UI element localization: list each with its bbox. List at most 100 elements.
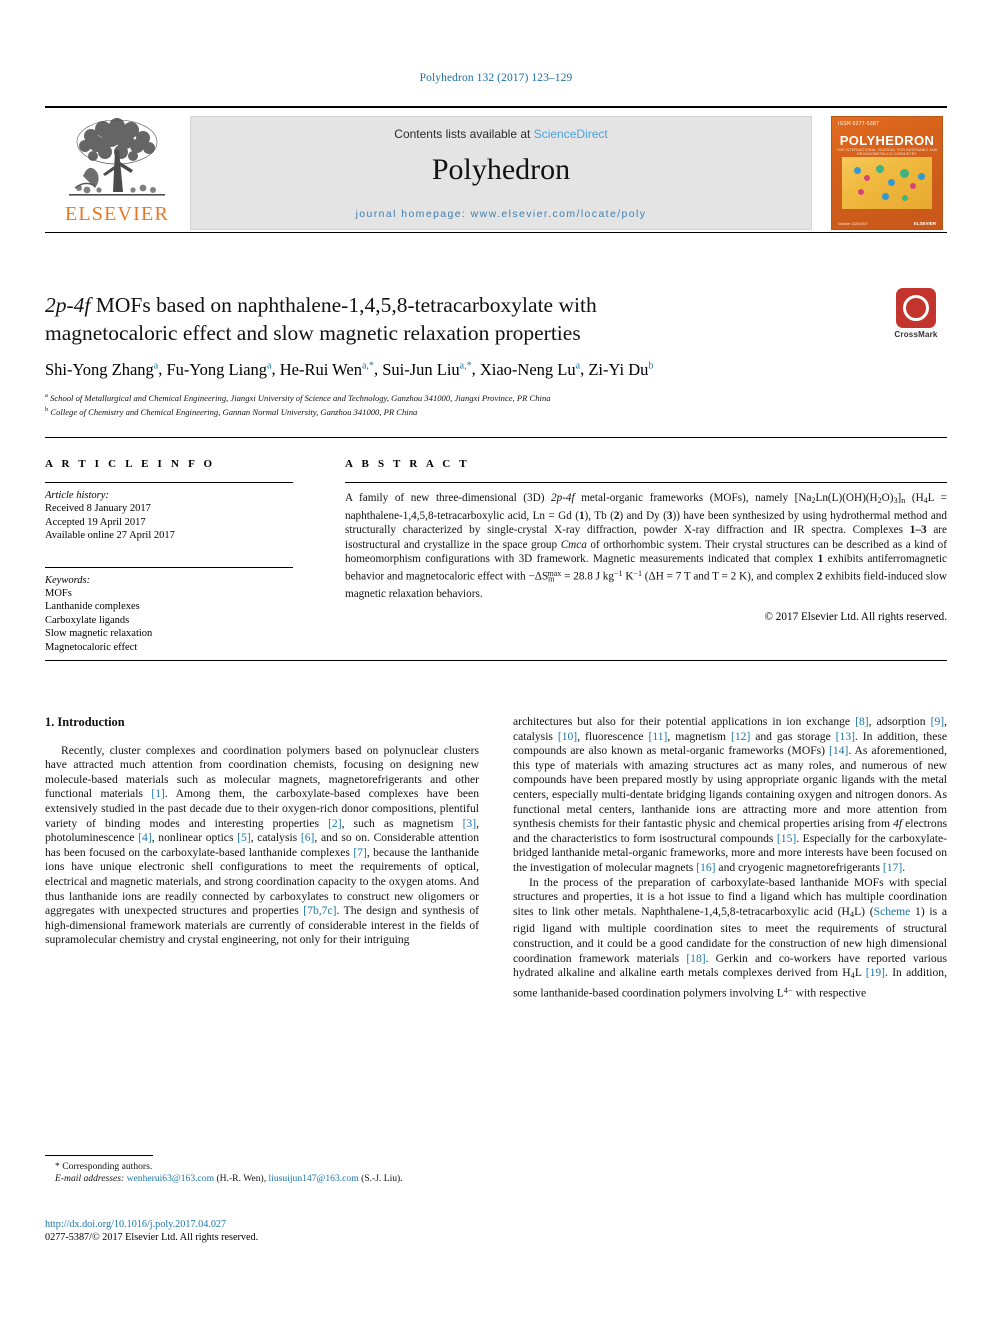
citation-ref[interactable]: [8] <box>855 715 869 728</box>
abstract-block: A B S T R A C T A family of new three-di… <box>345 458 947 623</box>
author-affil-marker: a,* <box>361 360 374 371</box>
email-note: E-mail addresses: wenherui63@163.com (H.… <box>45 1173 479 1185</box>
citation-ref[interactable]: [3] <box>463 817 477 830</box>
abs-seg: = 28.8 J kg <box>561 570 614 583</box>
citation-ref[interactable]: [6] <box>301 831 315 844</box>
abstract-text: A family of new three-dimensional (3D) 2… <box>345 491 947 602</box>
issn-copyright-line: 0277-5387/© 2017 Elsevier Ltd. All right… <box>45 1232 259 1243</box>
citation-ref[interactable]: [7] <box>353 846 367 859</box>
cover-subtitle: THE INTERNATIONAL JOURNAL FOR INORGANIC … <box>836 148 938 156</box>
cover-artwork <box>842 157 932 209</box>
citation-ref[interactable]: [18] <box>686 952 705 965</box>
citation-ref[interactable]: [12] <box>731 730 750 743</box>
author[interactable]: Shi-Yong Zhanga <box>45 360 158 379</box>
doi-block: http://dx.doi.org/10.1016/j.poly.2017.04… <box>45 1218 505 1244</box>
citation-ref[interactable]: [14] <box>829 744 848 757</box>
author-name: Sui-Jun Liu <box>382 359 460 379</box>
keyword-item: Lanthanide complexes <box>45 601 140 612</box>
citation-ref[interactable]: [9] <box>931 715 945 728</box>
affiliation-text: College of Chemistry and Chemical Engine… <box>50 407 418 418</box>
journal-banner: Contents lists available at ScienceDirec… <box>190 116 812 230</box>
abs-seg-italic: 2p-4f <box>551 492 575 504</box>
corresponding-authors-note: * Corresponding authors. <box>55 1161 153 1172</box>
history-accepted: Accepted 19 April 2017 <box>45 516 146 528</box>
citation-ref[interactable]: [5] <box>237 831 251 844</box>
author-name: Shi-Yong Zhang <box>45 359 154 379</box>
citation-ref[interactable]: [10] <box>558 730 577 743</box>
abs-seg: ), Tb ( <box>584 509 614 522</box>
email-link-2[interactable]: liusuijun147@163.com <box>269 1173 359 1184</box>
author-list: Shi-Yong Zhanga, Fu-Yong Lianga, He-Rui … <box>45 355 945 381</box>
abs-seg: (H <box>905 492 924 504</box>
author-separator: , <box>373 359 383 379</box>
author[interactable]: Sui-Jun Liua,* <box>382 360 471 379</box>
footnote-divider <box>45 1155 153 1156</box>
abs-sup: −1 <box>633 568 642 578</box>
scheme-link[interactable]: Scheme <box>874 905 911 918</box>
article-info-divider <box>45 482 293 483</box>
title-line1-rest: MOFs based on naphthalene-1,4,5,8-tetrac… <box>90 293 597 317</box>
citation-ref[interactable]: [16] <box>696 861 715 874</box>
running-head: Polyhedron 132 (2017) 123–129 <box>419 72 573 84</box>
keywords-divider <box>45 566 293 568</box>
affiliation-marker: b <box>45 406 49 414</box>
crossmark-badge[interactable]: CrossMark <box>885 288 947 339</box>
abstract-divider <box>345 482 947 483</box>
body-column-right: architectures but also for their potenti… <box>513 715 947 1001</box>
author[interactable]: Xiao-Neng Lua <box>480 360 580 379</box>
title-divider <box>45 232 947 233</box>
abstract-heading: A B S T R A C T <box>345 458 470 470</box>
abs-seg: A family of new three-dimensional (3D) <box>345 492 552 504</box>
citation-ref[interactable]: [15] <box>777 832 796 845</box>
citation-ref[interactable]: [11] <box>648 730 667 743</box>
elsevier-logo: ELSEVIER <box>53 116 181 228</box>
affiliation-list: a School of Metallurgical and Chemical E… <box>45 390 947 419</box>
section-heading-introduction: 1. Introduction <box>45 715 125 729</box>
sciencedirect-link[interactable]: ScienceDirect <box>534 127 608 141</box>
email-owner-2: (S.-J. Liu). <box>361 1173 403 1185</box>
email-link-1[interactable]: wenherui63@163.com <box>127 1173 214 1184</box>
body-paragraph: architectures but also for their potenti… <box>513 715 948 874</box>
affiliation-item: a School of Metallurgical and Chemical E… <box>45 390 947 404</box>
keyword-item: Carboxylate ligands <box>45 614 130 626</box>
author[interactable]: He-Rui Wena,* <box>280 360 374 379</box>
keywords-label: Keywords: <box>45 574 91 586</box>
page-title: 2p-4f MOFs based on naphthalene-1,4,5,8-… <box>45 291 745 347</box>
affiliation-item: b College of Chemistry and Chemical Engi… <box>45 404 947 418</box>
citation-ref[interactable]: [19] <box>866 966 885 979</box>
title-line2: magnetocaloric effect and slow magnetic … <box>45 321 581 345</box>
affiliation-text: School of Metallurgical and Chemical Eng… <box>50 392 551 403</box>
citation-ref[interactable]: [4] <box>138 831 152 844</box>
journal-title: Polyhedron <box>431 153 571 186</box>
journal-homepage-link[interactable]: journal homepage: www.elsevier.com/locat… <box>191 208 811 220</box>
article-info-block: A R T I C L E I N F O Article history: R… <box>45 458 293 654</box>
keyword-item: Magnetocaloric effect <box>45 641 138 653</box>
cover-volume: Volume 132\n2017 <box>838 222 868 226</box>
abs-sup: −1 <box>613 568 623 578</box>
author-affil-marker: b <box>648 360 654 371</box>
elsevier-tree-icon <box>69 118 165 196</box>
history-received: Received 8 January 2017 <box>45 503 151 514</box>
abs-bold: 1–3 <box>909 524 927 537</box>
journal-article-page: Polyhedron 132 (2017) 123–129 ELSEVIER C… <box>0 0 992 1323</box>
crossmark-icon <box>896 288 936 328</box>
elsevier-wordmark: ELSEVIER <box>64 203 170 225</box>
abs-seg: K <box>622 570 634 583</box>
info-abstract-bottom-divider <box>45 660 947 661</box>
cover-journal-name: POLYHEDRON <box>839 133 935 148</box>
cover-issn: ISSN 0277-5387 <box>838 121 880 127</box>
citation-ref[interactable]: [2] <box>328 817 342 830</box>
citation-ref[interactable]: [17] <box>883 861 902 874</box>
email-owner-1: (H.-R. Wen), <box>216 1173 267 1185</box>
article-info-heading: A R T I C L E I N F O <box>45 458 216 470</box>
title-italic-part: 2p-4f <box>45 293 91 317</box>
footnote-block: * Corresponding authors. E-mail addresse… <box>45 1161 479 1186</box>
doi-link[interactable]: http://dx.doi.org/10.1016/j.poly.2017.04… <box>45 1218 505 1231</box>
citation-ref[interactable]: [13] <box>836 730 855 743</box>
author-name: Zi-Yi Du <box>588 359 649 379</box>
journal-cover-thumbnail[interactable]: ISSN 0277-5387 POLYHEDRON THE INTERNATIO… <box>831 116 943 230</box>
author[interactable]: Zi-Yi Dub <box>588 360 653 379</box>
author[interactable]: Fu-Yong Lianga <box>167 360 272 379</box>
citation-ref[interactable]: [1] <box>151 787 165 800</box>
citation-ref[interactable]: [7b,7c] <box>303 904 336 917</box>
